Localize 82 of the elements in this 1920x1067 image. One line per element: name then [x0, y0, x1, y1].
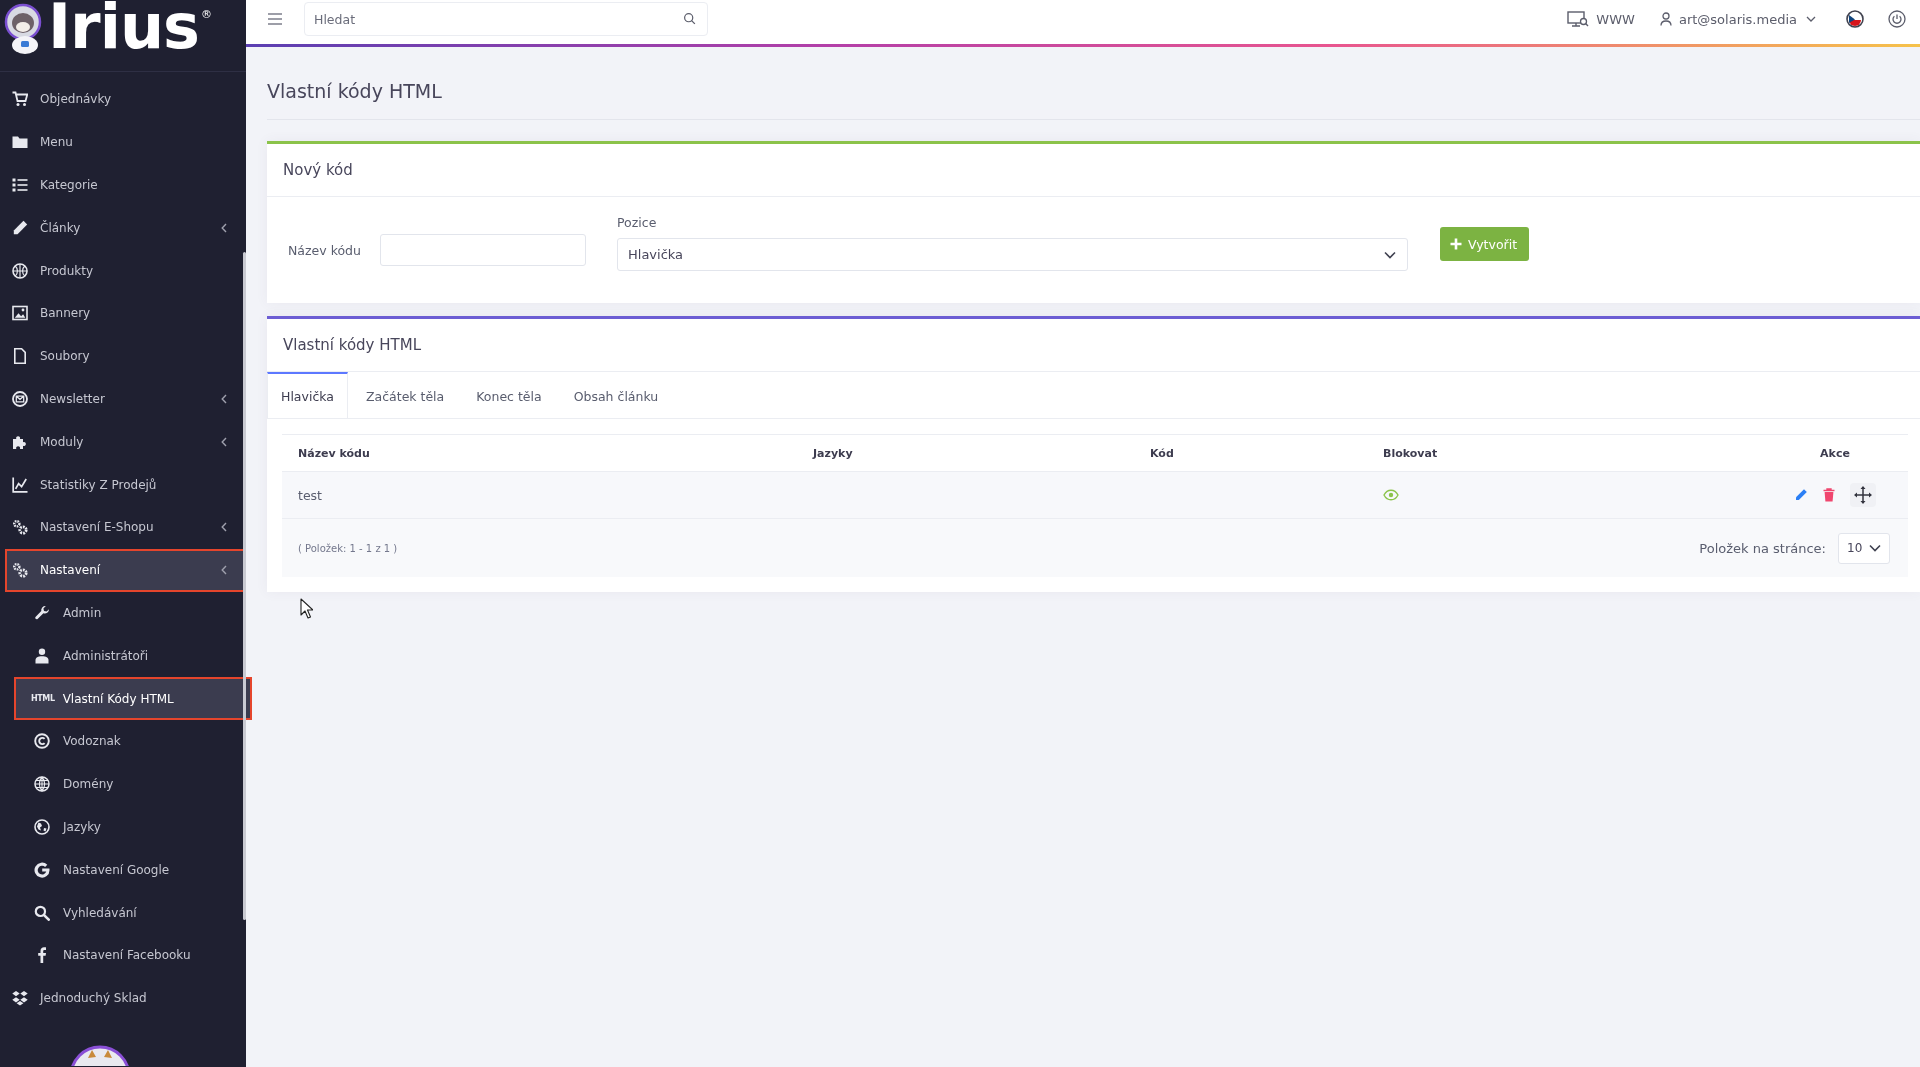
chevron-down-icon	[1384, 250, 1396, 259]
mascot-avatar-drawing	[68, 1043, 132, 1066]
chevron-down-icon	[1869, 544, 1881, 552]
input-field[interactable]	[380, 234, 586, 266]
ball-icon	[12, 262, 28, 279]
select-field[interactable]: Hlavička	[617, 238, 1408, 271]
sidebar-subitem[interactable]: Administrátoři	[14, 634, 252, 678]
plus-icon	[1450, 238, 1462, 250]
monitor-icon	[1567, 11, 1590, 27]
gears-icon	[12, 562, 28, 579]
column-header: Blokovat	[1383, 446, 1438, 460]
table-cell: test	[298, 487, 322, 503]
search-icon[interactable]	[683, 12, 696, 25]
sidebar-item[interactable]: Objednávky	[5, 78, 245, 121]
sidebar-item[interactable]: Kategorie	[5, 163, 245, 207]
sidebar-subitem[interactable]: Jazyky	[14, 805, 252, 849]
menu-icon[interactable]	[268, 13, 282, 25]
copyright-icon	[34, 733, 50, 750]
column-header: Kód	[1150, 446, 1174, 460]
power-icon[interactable]	[1888, 10, 1906, 28]
file-icon	[12, 348, 28, 365]
sidebar-subitem[interactable]: Nastavení Google	[14, 848, 252, 892]
chevron-down-icon	[1806, 16, 1816, 22]
puzzle-icon	[12, 433, 28, 450]
sidebar-item[interactable]: Nastavení E-Shopu	[5, 505, 245, 549]
sidebar-item[interactable]: Články	[5, 206, 245, 250]
logo-text: Irius	[48, 0, 199, 57]
user-icon	[1659, 12, 1672, 26]
website-link[interactable]: WWW	[1567, 11, 1635, 27]
sidebar-subitem[interactable]: Admin	[14, 591, 252, 635]
sidebar-subitem[interactable]: Nastavení Facebooku	[14, 933, 252, 977]
sidebar-item[interactable]: Nastavení	[5, 548, 245, 592]
column-header: Název kódu	[298, 446, 370, 460]
sidebar-item[interactable]: Menu	[5, 120, 245, 164]
card-title: Nový kód	[283, 161, 353, 179]
pencil-icon[interactable]	[1794, 488, 1808, 502]
line-chart-icon	[12, 476, 28, 493]
globe-icon	[34, 818, 50, 835]
cursor-icon	[300, 598, 313, 619]
sidebar-item[interactable]: Soubory	[5, 334, 245, 378]
envelope-icon	[12, 390, 28, 407]
tab[interactable]: Hlavička	[267, 372, 348, 418]
trash-icon[interactable]	[1822, 488, 1836, 502]
sidebar-item[interactable]: Produkty	[5, 249, 245, 292]
search-icon	[34, 904, 50, 921]
per-page-select[interactable]: 10	[1838, 532, 1890, 564]
flag-icon[interactable]	[1846, 10, 1864, 28]
sidebar-item[interactable]: Newsletter	[5, 377, 245, 421]
user-menu[interactable]: art@solaris.media	[1659, 11, 1816, 27]
scrollbar[interactable]	[243, 252, 246, 920]
sidebar-item[interactable]: Statistiky Z Prodejů	[5, 463, 245, 506]
column-header: Jazyky	[813, 446, 853, 460]
item-count: ( Položek: 1 - 1 z 1 )	[298, 542, 398, 554]
field-label: Pozice	[617, 215, 658, 230]
move-icon[interactable]	[1850, 483, 1876, 507]
boxes-icon	[12, 990, 28, 1007]
registered-mark: ®	[200, 9, 212, 21]
sidebar-subitem[interactable]: Vyhledávání	[14, 891, 252, 934]
gears-icon	[12, 519, 28, 536]
sidebar-subitem[interactable]: Domény	[14, 762, 252, 806]
sidebar-item[interactable]: Bannery	[5, 292, 245, 335]
wrench-icon	[34, 604, 50, 621]
user-icon	[34, 647, 50, 664]
field-label: Název kódu	[288, 242, 362, 258]
globe-grid-icon	[34, 776, 50, 793]
sidebar-item[interactable]: Moduly	[5, 420, 245, 464]
list-icon	[12, 177, 28, 193]
image-icon	[12, 305, 28, 322]
per-page-label: Položek na stránce:	[1699, 540, 1826, 556]
sidebar-item[interactable]: Jednoduchý Sklad	[5, 976, 245, 1020]
card-title: Vlastní kódy HTML	[283, 336, 421, 354]
folder-icon	[12, 134, 28, 151]
google-g-icon	[34, 861, 50, 878]
html-badge-icon: HTML	[31, 693, 55, 704]
cart-icon	[12, 91, 28, 108]
column-header: Akce	[1820, 446, 1850, 460]
search-field[interactable]: Hledat	[304, 2, 708, 36]
sidebar-subitem[interactable]: HTML Vlastní Kódy HTML	[14, 677, 252, 720]
page-title: Vlastní kódy HTML	[267, 79, 442, 104]
eye-icon[interactable]	[1383, 489, 1399, 501]
sidebar-subitem[interactable]: Vodoznak	[14, 719, 252, 763]
pencil-icon	[12, 219, 28, 236]
